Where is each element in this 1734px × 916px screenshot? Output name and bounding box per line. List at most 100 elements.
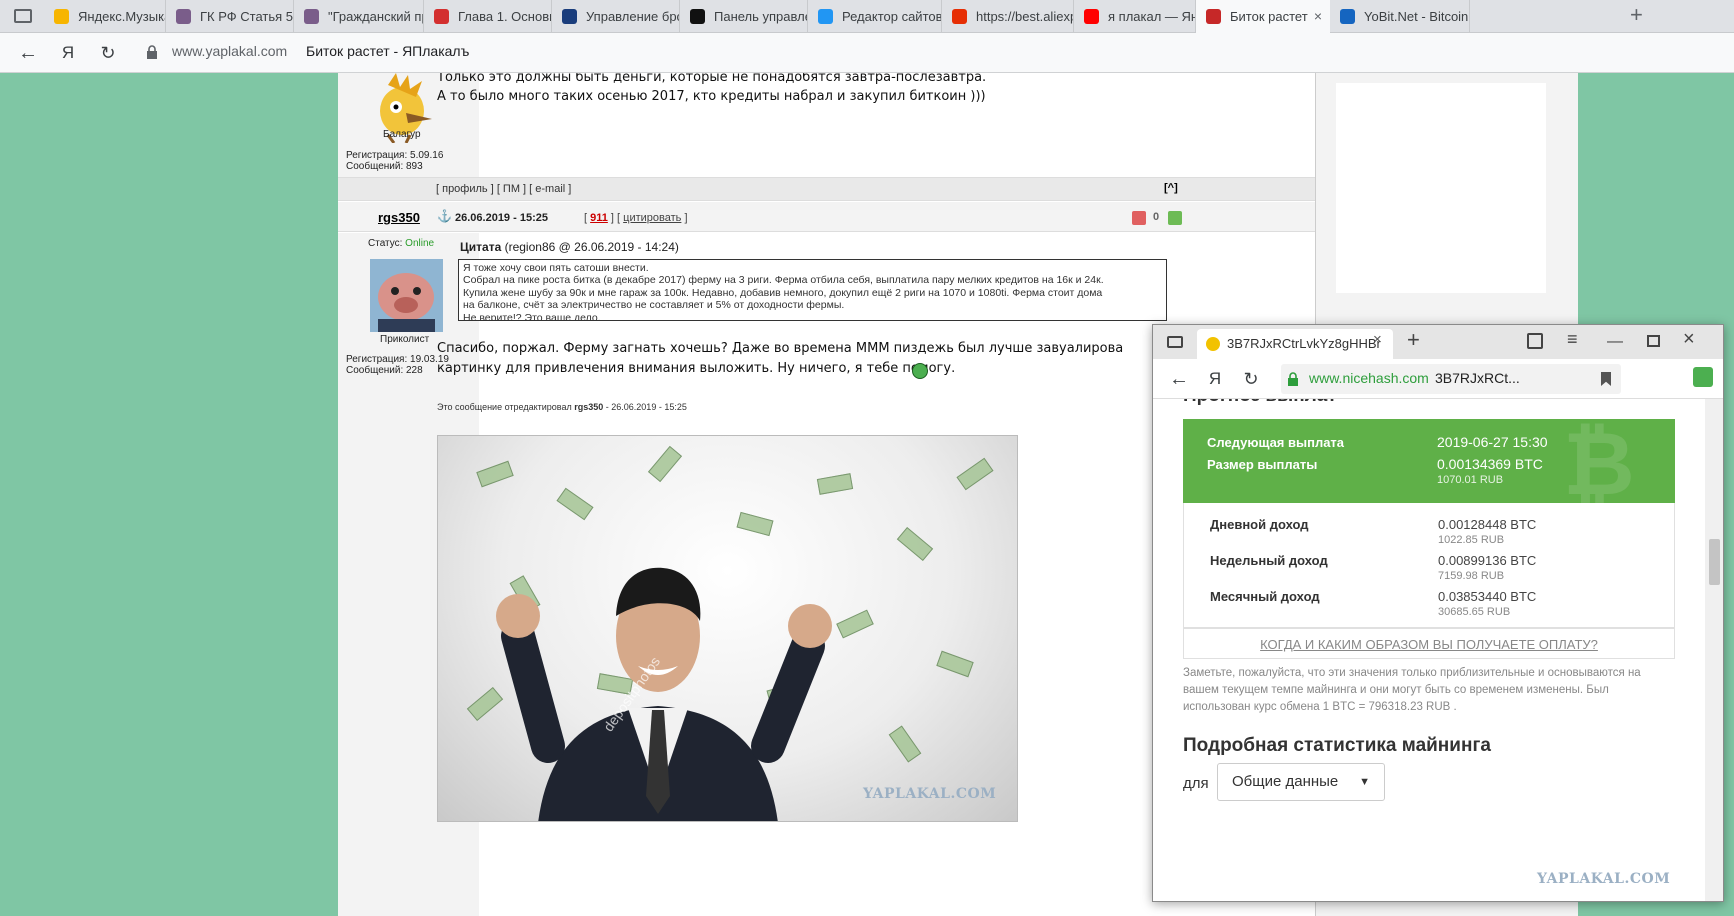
disclaimer-note: Заметьте, пожалуйста, что эти значения т…	[1183, 667, 1641, 713]
browser-tab-label: Биток растет	[1230, 9, 1308, 24]
browser-tab[interactable]: Редактор сайтов	[808, 0, 942, 33]
upvote-icon[interactable]	[1168, 211, 1182, 225]
yandex-button[interactable]: Я	[1203, 367, 1227, 391]
post2-reply-line: картинку для привлечения внимания выложи…	[437, 361, 956, 376]
browser-tab-label: Глава 1. Основы	[458, 9, 552, 24]
address-bar: ← Я ↻ www.yaplakal.com Биток растет - ЯП…	[0, 33, 1734, 73]
bookmark-icon[interactable]	[1601, 372, 1611, 386]
nicehash-tab-label: 3B7RJxRCtrLvkYz8gHHBr	[1227, 336, 1381, 351]
browser-tab[interactable]: https://best.aliexp	[942, 0, 1074, 33]
for-label: для	[1183, 775, 1209, 792]
extension-icon[interactable]	[1693, 367, 1713, 387]
browser-tab[interactable]: YoBit.Net - Bitcoin	[1330, 0, 1470, 33]
tab-list-icon[interactable]	[14, 9, 32, 23]
nicehash-url-path: 3B7RJxRCt...	[1435, 370, 1520, 386]
browser-tab[interactable]: Глава 1. Основы	[424, 0, 552, 33]
globe-icon	[176, 9, 191, 24]
new-tab-button[interactable]: +	[1407, 327, 1420, 353]
sidebar-panel	[1336, 83, 1546, 293]
quote-link[interactable]: цитировать	[623, 212, 681, 224]
browser-tab-label: я плакал — Янде	[1108, 9, 1195, 24]
nicehash-tab-bar: 3B7RJxRCtrLvkYz8gHHBr × + ≡ — ×	[1153, 325, 1723, 359]
downvote-icon[interactable]	[1132, 211, 1146, 225]
post2-status: Статус: Online	[368, 238, 435, 249]
quote-block: Я тоже хочу свои пять сатоши внести. Соб…	[458, 259, 1167, 321]
yandex-music-icon	[54, 9, 69, 24]
menu-icon[interactable]: ≡	[1567, 329, 1578, 350]
browser-tab[interactable]: Панель управле	[680, 0, 808, 33]
post2-rank: Приколист	[380, 334, 430, 345]
stats-scope-select[interactable]: Общие данные ▼	[1217, 763, 1385, 801]
payout-size-rub: 1070.01 RUB	[1437, 474, 1504, 486]
browser-tab-bar: Яндекс.Музыка – ГК РФ Статья 5. С "Граждан…	[0, 0, 1734, 33]
browser-tab[interactable]: я плакал — Янде	[1074, 0, 1196, 33]
bitcoin-logo-icon: ₿	[1563, 414, 1635, 513]
payout-size-btc: 0.00134369 BTC	[1437, 456, 1543, 472]
post1-message-count: Сообщений: 893	[346, 161, 423, 172]
post1-actions-bar: [ профиль ] [ ПМ ] [ e-mail ] [^]	[338, 177, 1315, 201]
post2-message-count: Сообщений: 228	[346, 365, 423, 376]
anchor-icon: ⚓	[437, 209, 452, 223]
close-window-button[interactable]: ×	[1683, 328, 1695, 351]
back-button[interactable]: ←	[1167, 367, 1191, 391]
wave-icon	[562, 9, 577, 24]
post2-rating[interactable]: 911	[590, 212, 608, 224]
quote-line: Купила жене шубу за 90к и мне гараж за 1…	[463, 286, 1103, 299]
quote-line: на балконе, счёт за электричество не сос…	[463, 299, 845, 312]
yandex-button[interactable]: Я	[56, 41, 80, 65]
next-payout-label: Следующая выплата	[1207, 435, 1345, 450]
post1-rank: Балагур	[383, 129, 421, 140]
nicehash-tab[interactable]: 3B7RJxRCtrLvkYz8gHHBr	[1197, 329, 1393, 359]
maximize-button[interactable]	[1647, 335, 1660, 347]
close-tab-icon[interactable]: ×	[1373, 331, 1382, 348]
browser-tab[interactable]: Яндекс.Музыка –	[44, 0, 166, 33]
money-bill	[956, 457, 994, 491]
avatar	[370, 259, 443, 332]
money-bill	[888, 725, 922, 763]
new-tab-button[interactable]: +	[1630, 2, 1643, 28]
minimize-button[interactable]: —	[1607, 333, 1623, 351]
reload-button[interactable]: ↻	[96, 41, 120, 65]
earning-btc: 0.03853440 BTC	[1438, 589, 1537, 604]
earning-rub: 30685.65 RUB	[1438, 606, 1511, 618]
nicehash-window: 3B7RJxRCtrLvkYz8gHHBr × + ≡ — × ← Я ↻ ww…	[1152, 324, 1724, 902]
quote-line: Не верите!? Это ваше дело.	[463, 311, 601, 321]
nicehash-url-field[interactable]: www.nicehash.com 3B7RJxRCt...	[1281, 364, 1621, 394]
browser-tab-label: YoBit.Net - Bitcoin	[1364, 9, 1469, 24]
tab-list-icon[interactable]	[1167, 336, 1183, 348]
post2-rating-group: [ 911 ] [ цитировать ]	[584, 212, 688, 224]
browser-tab[interactable]: Биток растет ×	[1196, 0, 1330, 33]
earning-rub: 7159.98 RUB	[1438, 570, 1505, 582]
post2-reply-line: Спасибо, поржал. Ферму загнать хочешь? Д…	[437, 341, 1124, 356]
back-button[interactable]: ←	[16, 41, 40, 65]
payout-info-link[interactable]: КОГДА И КАКИМ ОБРАЗОМ ВЫ ПОЛУЧАЕТЕ ОПЛАТ…	[1183, 628, 1675, 659]
editor-icon	[818, 9, 833, 24]
money-bill	[836, 609, 874, 639]
post2-author-name[interactable]: rgs350	[378, 210, 420, 225]
browser-tab-label: https://best.aliexp	[976, 9, 1074, 24]
aliexpress-icon	[952, 9, 967, 24]
nicehash-scrollbar[interactable]	[1705, 399, 1723, 901]
mining-stats-heading: Подробная статистика майнинга	[1183, 735, 1491, 756]
next-payout-value: 2019-06-27 15:30	[1437, 434, 1548, 450]
scroll-up-link[interactable]: [^]	[1164, 182, 1178, 194]
post1-actions-links[interactable]: [ профиль ] [ ПМ ] [ e-mail ]	[436, 183, 571, 195]
browser-tab[interactable]: Управление бро	[552, 0, 680, 33]
emblem-icon	[434, 9, 449, 24]
url-page-title[interactable]: Биток растет - ЯПлакалъ	[306, 43, 469, 59]
post-image: depositphotos YAPLAKAL.COM	[437, 435, 1018, 822]
stats-scope-value: Общие данные	[1232, 773, 1339, 790]
browser-tab[interactable]: ГК РФ Статья 5. С	[166, 0, 294, 33]
bookmarks-icon[interactable]	[1527, 333, 1543, 349]
site-watermark: YAPLAKAL.COM	[1537, 871, 1671, 887]
post2-registration: Регистрация: 19.03.19	[346, 354, 449, 365]
url-host[interactable]: www.yaplakal.com	[172, 43, 287, 59]
earning-rub: 1022.85 RUB	[1438, 534, 1505, 546]
secure-lock-icon	[1288, 372, 1298, 386]
globe-icon	[304, 9, 319, 24]
scrollbar-thumb[interactable]	[1709, 539, 1720, 585]
reload-button[interactable]: ↻	[1239, 367, 1263, 391]
close-tab-icon[interactable]: ×	[1314, 0, 1322, 33]
browser-tab[interactable]: "Гражданский пр	[294, 0, 424, 33]
edited-note: Это сообщение отредактировал rgs350 - 26…	[437, 402, 687, 412]
